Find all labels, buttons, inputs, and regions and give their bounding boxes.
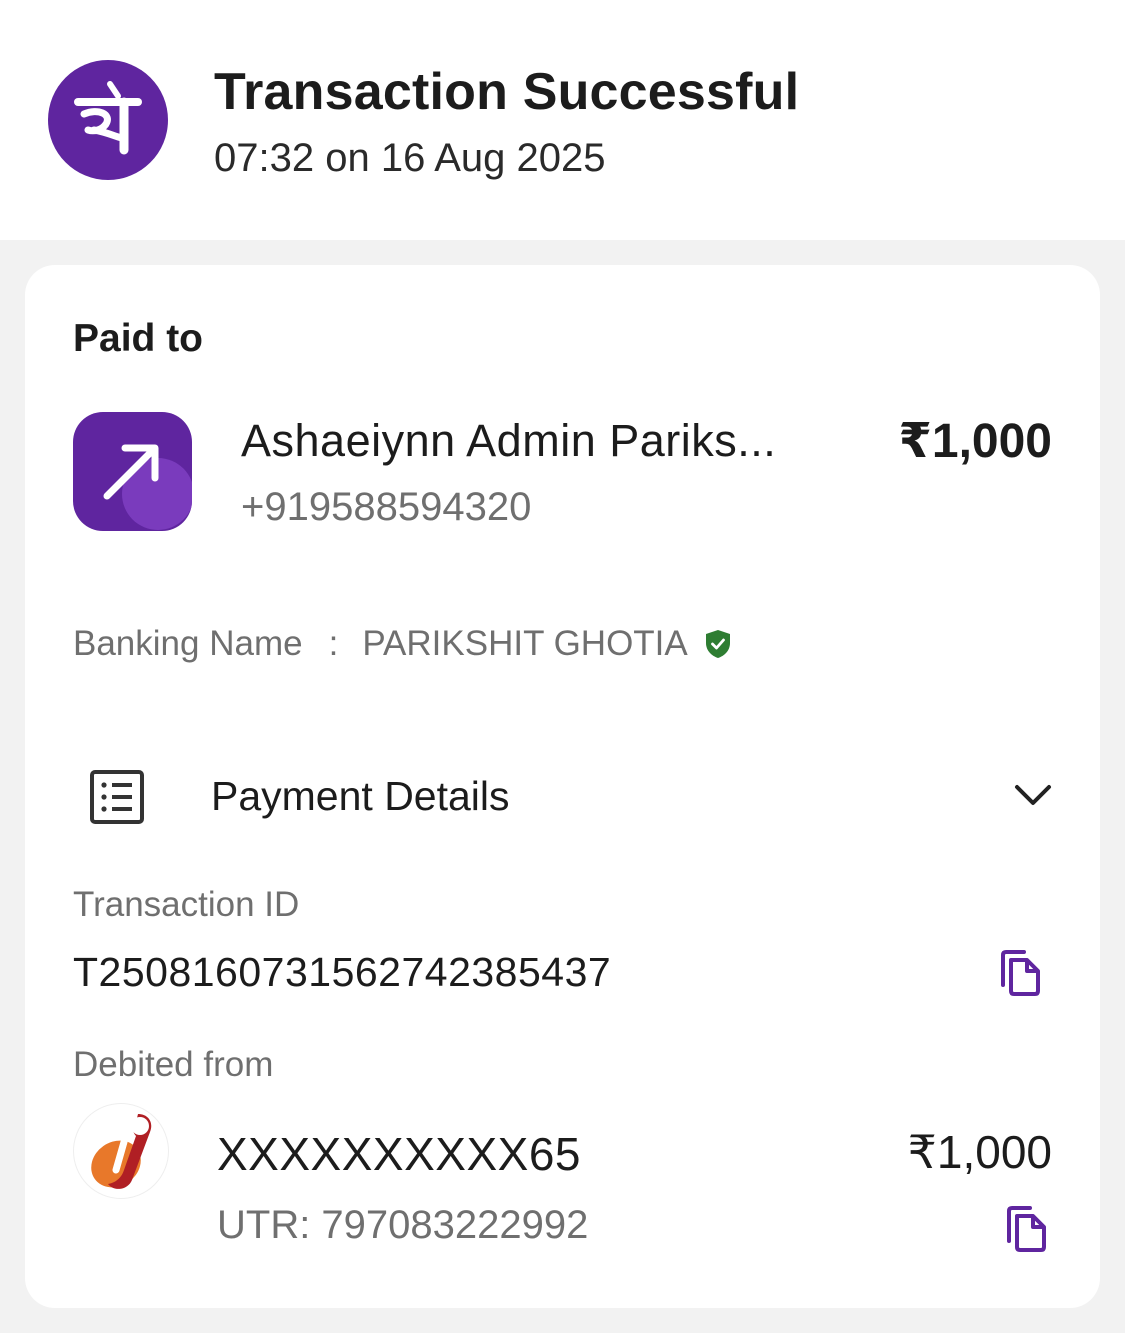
transaction-card: Paid to Ashaeiynn Admin Pariks... +91958… — [25, 265, 1100, 1308]
payee-name: Ashaeiynn Admin Pariks... — [241, 415, 777, 466]
payment-details-label: Payment Details — [211, 773, 510, 819]
debited-from-label: Debited from — [73, 1045, 274, 1084]
page-title: Transaction Successful — [214, 63, 800, 121]
verified-shield-icon — [705, 630, 730, 658]
banking-name-row: Banking Name : PARIKSHIT GHOTIA — [73, 622, 732, 666]
debited-amount: ₹1,000 — [907, 1126, 1052, 1178]
transaction-id-label: Transaction ID — [73, 885, 300, 924]
account-number: XXXXXXXXXX65 — [217, 1128, 581, 1180]
icici-bank-logo-icon — [73, 1103, 169, 1199]
utr-number: UTR: 797083222992 — [217, 1203, 589, 1247]
copy-icon[interactable] — [997, 949, 1043, 997]
chevron-down-icon[interactable] — [1013, 779, 1053, 811]
arrow-up-right-icon — [73, 412, 192, 531]
payment-details-toggle[interactable]: Payment Details — [73, 765, 1053, 835]
list-document-icon — [90, 770, 144, 824]
copy-icon[interactable] — [1003, 1205, 1049, 1253]
paid-amount: ₹1,000 — [898, 415, 1052, 468]
transaction-id-value: T2508160731562742385437 — [73, 949, 612, 995]
banking-name-value: PARIKSHIT GHOTIA — [362, 624, 688, 663]
phonepe-logo-icon — [48, 60, 168, 180]
paid-to-heading: Paid to — [73, 317, 204, 360]
header: Transaction Successful 07:32 on 16 Aug 2… — [0, 0, 1125, 240]
banking-name-label: Banking Name — [73, 624, 303, 663]
transaction-timestamp: 07:32 on 16 Aug 2025 — [214, 136, 606, 180]
payee-phone: +919588594320 — [241, 485, 532, 529]
banking-name-separator: : — [328, 624, 339, 663]
